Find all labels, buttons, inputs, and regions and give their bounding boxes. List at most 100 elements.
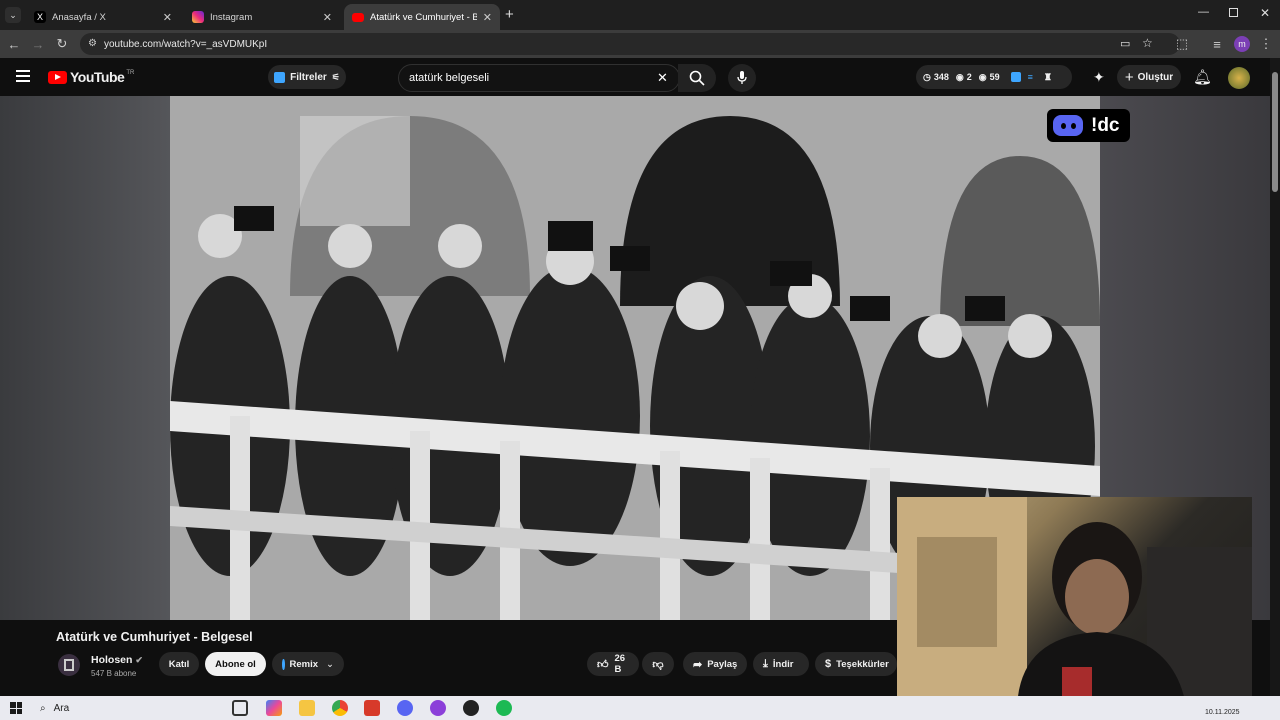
- video-title: Atatürk ve Cumhuriyet - Belgesel: [56, 630, 253, 644]
- file-explorer-icon[interactable]: [299, 700, 315, 716]
- create-button[interactable]: + Oluştur: [1117, 65, 1181, 89]
- discord-overlay: !dc: [1047, 109, 1130, 142]
- thanks-icon: $: [825, 658, 832, 670]
- x-logo-icon: X: [34, 11, 46, 23]
- youtube-icon: [352, 12, 364, 22]
- download-label: İndir: [772, 658, 794, 670]
- channel-name[interactable]: Holosen ✔: [91, 654, 143, 666]
- remix-button[interactable]: Remix ⌄: [272, 652, 344, 676]
- remix-extension-icon: [282, 658, 285, 670]
- stat-second: 2: [966, 72, 972, 82]
- list-icon: ≡: [1027, 72, 1033, 82]
- instagram-icon: [192, 11, 204, 23]
- youtube-play-icon: [48, 70, 67, 84]
- tab-youtube[interactable]: Atatürk ve Cumhuriyet - Belgesel ✕: [344, 4, 500, 30]
- like-count: 26 B: [614, 653, 626, 675]
- tab-search-button[interactable]: ⌄: [5, 7, 21, 23]
- discord-icon[interactable]: [397, 700, 413, 716]
- new-tab-button[interactable]: +: [505, 6, 514, 23]
- close-icon[interactable]: ✕: [483, 11, 492, 24]
- reload-button[interactable]: ↻: [52, 34, 72, 54]
- address-bar[interactable]: ⚙ youtube.com/watch?v=_asVDMUKpI ▭ ☆: [80, 33, 1180, 55]
- browser-menu-icon[interactable]: ⋮: [1256, 34, 1276, 54]
- voice-search-button[interactable]: [728, 64, 756, 92]
- extension-icon: [1010, 72, 1021, 82]
- channel-name-text: Holosen: [91, 654, 133, 666]
- ambient-left: [0, 96, 170, 620]
- filters-button[interactable]: Filtreler ⚟: [268, 65, 346, 89]
- join-button[interactable]: Katıl: [159, 652, 199, 676]
- windows-start-icon[interactable]: [10, 702, 22, 714]
- create-label: Oluştur: [1137, 71, 1174, 83]
- download-button[interactable]: ⤓ İndir: [753, 652, 809, 676]
- extension-puzzle-icon[interactable]: ✦: [1093, 69, 1105, 86]
- plus-icon: +: [1124, 68, 1134, 86]
- chrome-icon[interactable]: [332, 700, 348, 716]
- stat-watching: 348: [933, 72, 949, 82]
- app-icon[interactable]: [463, 700, 479, 716]
- page-scrollbar[interactable]: [1270, 58, 1280, 696]
- notifications-bell-icon[interactable]: 🔔︎: [1193, 68, 1212, 86]
- subscribe-button[interactable]: Abone ol: [205, 652, 266, 676]
- thumbs-down-icon: 👎︎: [652, 658, 664, 671]
- office-icon[interactable]: [364, 700, 380, 716]
- webcam-image: [897, 497, 1252, 712]
- discord-icon: [1053, 115, 1083, 136]
- browser-tab-bar: ⌄ X Anasayfa / X ✕ Instagram ✕ Atatürk v…: [0, 0, 1280, 30]
- remix-label: Remix: [289, 658, 319, 670]
- thanks-button[interactable]: $ Teşekkürler: [815, 652, 897, 676]
- channel-avatar[interactable]: [58, 654, 80, 676]
- spotify-icon[interactable]: [496, 700, 512, 716]
- download-icon: ⤓: [763, 657, 768, 670]
- webcam-overlay: [897, 497, 1252, 712]
- close-icon[interactable]: ✕: [323, 11, 332, 24]
- site-info-icon[interactable]: ⚙: [88, 38, 97, 49]
- sliders-icon: ⚟: [331, 71, 340, 82]
- thanks-label: Teşekkürler: [836, 658, 889, 670]
- youtube-logo[interactable]: YouTube TR: [48, 69, 134, 85]
- hamburger-menu-icon[interactable]: [16, 70, 30, 82]
- clear-search-icon[interactable]: ✕: [657, 70, 668, 86]
- app-icon[interactable]: [430, 700, 446, 716]
- subscriber-count: 547 B abone: [91, 669, 137, 678]
- dislike-button[interactable]: 👎︎: [642, 652, 674, 676]
- youtube-logo-text: YouTube: [70, 69, 125, 85]
- tab-title: Instagram: [210, 11, 253, 23]
- back-button[interactable]: ←: [4, 34, 24, 54]
- discord-command-text: !dc: [1091, 114, 1120, 136]
- eye-icon: ◉: [978, 71, 987, 82]
- search-query: atatürk belgeseli: [409, 72, 490, 84]
- task-view-icon[interactable]: [232, 700, 248, 716]
- tab-title: Atatürk ve Cumhuriyet - Belgesel: [370, 11, 477, 23]
- browser-toolbar: ← → ↻ ⚙ youtube.com/watch?v=_asVDMUKpI ▭…: [0, 30, 1280, 58]
- tab-instagram[interactable]: Instagram ✕: [184, 4, 340, 30]
- account-avatar[interactable]: [1228, 67, 1250, 89]
- profile-avatar[interactable]: m: [1234, 36, 1250, 52]
- close-window-button[interactable]: ✕: [1260, 6, 1270, 20]
- verified-icon: ✔: [135, 655, 143, 665]
- search-button[interactable]: [678, 64, 716, 92]
- taskbar-search[interactable]: ⌕ Ara: [32, 699, 222, 717]
- minimize-button[interactable]: —: [1198, 6, 1209, 18]
- tab-title: Anasayfa / X: [52, 11, 106, 23]
- restore-button[interactable]: [1229, 8, 1238, 17]
- copilot-icon[interactable]: [266, 700, 282, 716]
- filter-extension-icon: [274, 71, 286, 83]
- microphone-icon: [737, 71, 747, 84]
- like-button[interactable]: 👍︎ 26 B: [587, 652, 639, 676]
- share-button[interactable]: ➦ Paylaş: [683, 652, 747, 676]
- share-label: Paylaş: [707, 658, 738, 670]
- media-control-icon[interactable]: ≡: [1207, 34, 1227, 54]
- cast-icon[interactable]: ▭: [1120, 37, 1130, 50]
- bookmark-star-icon[interactable]: ☆: [1142, 36, 1153, 50]
- extensions-icon[interactable]: ⬚: [1172, 34, 1192, 54]
- region-code: TR: [126, 70, 135, 76]
- search-input[interactable]: atatürk belgeseli ✕: [398, 64, 680, 92]
- forward-button[interactable]: →: [28, 34, 48, 54]
- tab-x[interactable]: X Anasayfa / X ✕: [26, 4, 180, 30]
- close-icon[interactable]: ✕: [163, 11, 172, 24]
- join-label: Katıl: [168, 658, 190, 670]
- taskbar-date[interactable]: 10.11.2025: [1205, 709, 1240, 716]
- scrollbar-thumb[interactable]: [1272, 72, 1278, 192]
- extension-stats-bar[interactable]: ◷ 348 ◉ 2 ◉ 59 ≡ ♜: [916, 65, 1072, 89]
